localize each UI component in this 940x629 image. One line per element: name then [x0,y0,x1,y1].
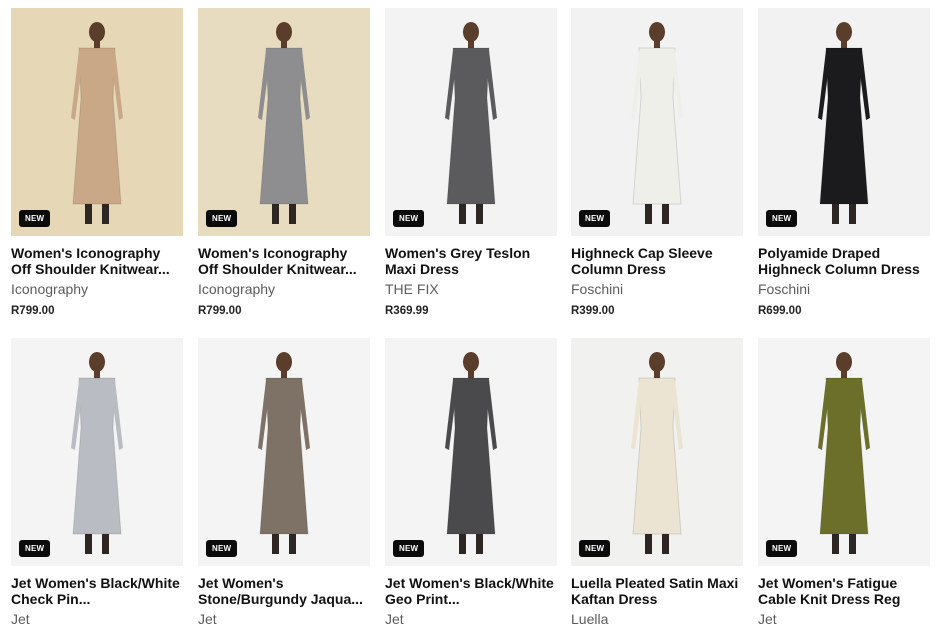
product-photo [758,338,930,566]
product-brand: Jet [758,611,777,627]
new-badge: NEW [393,540,425,557]
product-photo [198,8,370,236]
product-brand: Foschini [571,281,624,297]
product-image[interactable]: NEW [758,338,930,566]
product-name[interactable]: Women's Grey Teslon Maxi Dress [385,245,557,277]
new-badge: NEW [393,210,425,227]
product-grid: NEW Women's Iconography Off Shoulder Kni… [0,0,940,629]
product-image[interactable]: NEW [11,8,183,236]
product-image[interactable]: NEW [571,338,743,566]
product-price: R699.00 [758,305,802,317]
product-photo [571,338,743,566]
new-badge: NEW [206,210,238,227]
product-name[interactable]: Jet Women's Fatigue Cable Knit Dress Reg [758,575,930,607]
product-brand: Foschini [758,281,811,297]
product-photo [198,338,370,566]
product-name[interactable]: Jet Women's Black/White Geo Print... [385,575,557,607]
new-badge: NEW [766,210,798,227]
product-photo [11,8,183,236]
product-price: R369.99 [385,305,429,317]
product-image[interactable]: NEW [198,8,370,236]
product-card[interactable]: NEW Jet Women's Stone/Burgundy Jaqua... … [198,338,370,627]
product-brand: Iconography [11,281,89,297]
product-card[interactable]: NEW Jet Women's Black/White Check Pin...… [11,338,183,627]
product-name[interactable]: Women's Iconography Off Shoulder Knitwea… [198,245,370,277]
product-name[interactable]: Jet Women's Stone/Burgundy Jaqua... [198,575,370,607]
new-badge: NEW [766,540,798,557]
product-price: R799.00 [11,305,55,317]
product-brand: Jet [11,611,30,627]
product-price: R399.00 [571,305,615,317]
product-photo [758,8,930,236]
new-badge: NEW [579,210,611,227]
product-brand: Jet [198,611,217,627]
product-photo [385,338,557,566]
product-name[interactable]: Highneck Cap Sleeve Column Dress [571,245,743,277]
new-badge: NEW [19,540,51,557]
product-photo [11,338,183,566]
product-card[interactable]: NEW Jet Women's Fatigue Cable Knit Dress… [758,338,930,627]
product-card[interactable]: NEW Polyamide Draped Highneck Column Dre… [758,8,930,317]
product-brand: Luella [571,611,609,627]
product-image[interactable]: NEW [571,8,743,236]
product-name[interactable]: Women's Iconography Off Shoulder Knitwea… [11,245,183,277]
product-name[interactable]: Luella Pleated Satin Maxi Kaftan Dress [571,575,743,607]
product-image[interactable]: NEW [385,338,557,566]
product-price: R799.00 [198,305,242,317]
product-card[interactable]: NEW Luella Pleated Satin Maxi Kaftan Dre… [571,338,743,627]
new-badge: NEW [19,210,51,227]
product-card[interactable]: NEW Women's Iconography Off Shoulder Kni… [198,8,370,317]
product-image[interactable]: NEW [198,338,370,566]
product-image[interactable]: NEW [385,8,557,236]
product-photo [571,8,743,236]
product-card[interactable]: NEW Women's Grey Teslon Maxi Dress THE F… [385,8,557,317]
product-image[interactable]: NEW [11,338,183,566]
product-name[interactable]: Jet Women's Black/White Check Pin... [11,575,183,607]
product-card[interactable]: NEW Women's Iconography Off Shoulder Kni… [11,8,183,317]
product-brand: Iconography [198,281,276,297]
product-card[interactable]: NEW Highneck Cap Sleeve Column Dress Fos… [571,8,743,317]
new-badge: NEW [206,540,238,557]
product-image[interactable]: NEW [758,8,930,236]
product-brand: THE FIX [385,281,439,297]
product-brand: Jet [385,611,404,627]
new-badge: NEW [579,540,611,557]
product-card[interactable]: NEW Jet Women's Black/White Geo Print...… [385,338,557,627]
product-photo [385,8,557,236]
product-name[interactable]: Polyamide Draped Highneck Column Dress [758,245,930,277]
